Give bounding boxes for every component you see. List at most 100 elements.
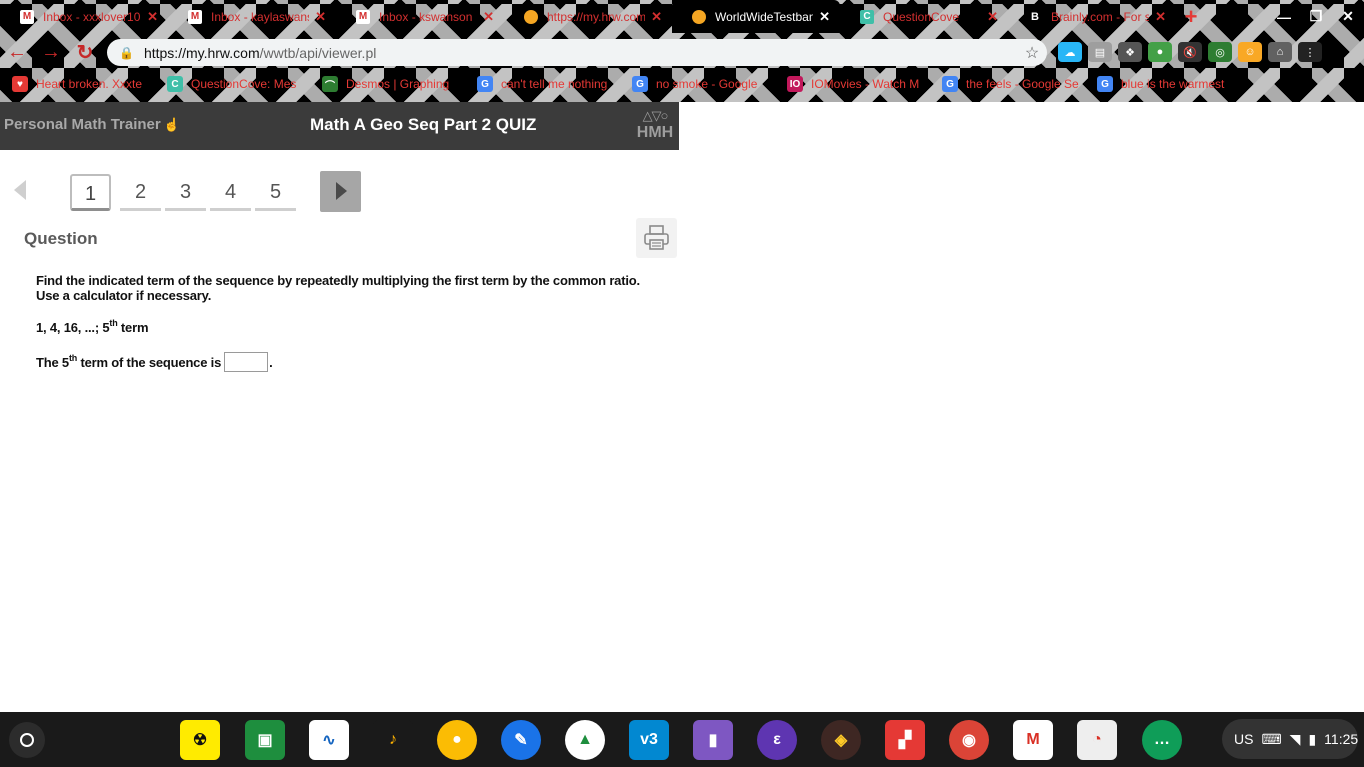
- google-drive-icon[interactable]: ▲: [565, 720, 605, 760]
- close-window-icon[interactable]: ✕: [1332, 8, 1364, 25]
- sequence-line: 1, 4, 16, ...; 5th term: [36, 318, 656, 336]
- chrome-canary-icon[interactable]: ◔: [1077, 720, 1117, 760]
- reload-icon[interactable]: ↻: [68, 40, 102, 65]
- extension-icon[interactable]: ●: [1148, 42, 1172, 62]
- bookmark-star-icon[interactable]: ☆: [1017, 43, 1047, 63]
- pen-app-icon[interactable]: ✎: [501, 720, 541, 760]
- bookmark-label: Heart broken. Xxxte: [36, 77, 143, 91]
- page-button-5[interactable]: 5: [255, 174, 296, 211]
- sequence-superscript: th: [109, 318, 118, 328]
- input-method-icon: ⌨: [1261, 730, 1282, 747]
- squares-app-icon[interactable]: ▞: [885, 720, 925, 760]
- bookmark-label: Desmos | Graphing: [346, 77, 450, 91]
- bookmark-item[interactable]: Gno smoke - Google: [632, 76, 787, 92]
- page-button-4[interactable]: 4: [210, 174, 251, 211]
- question-body: Find the indicated term of the sequence …: [36, 273, 656, 372]
- browser-tab[interactable]: B Brainly.com - For s ✕: [1008, 0, 1176, 33]
- tab-strip: M Inbox - xxxlover10 ✕ M Inbox - kaylaswans ✕…: [0, 0, 1364, 33]
- address-bar[interactable]: 🔒 https://my.hrw.com/wwtb/api/viewer.pl …: [107, 39, 1047, 66]
- os-shelf: US ⌨ ◥ ▮ 11:25 ☢ ▣ ∿ ♪ ● ✎ ▲ v3 ▮ ε ◈ ▞ ◉ M ◔ …: [0, 712, 1364, 767]
- bookmark-favicon-icon: ⌒: [322, 76, 338, 92]
- tab-close-icon[interactable]: ✕: [315, 9, 326, 25]
- app-header: Personal Math Trainer ☝ Math A Geo Seq Pa…: [0, 102, 679, 150]
- bookmark-favicon-icon: G: [942, 76, 958, 92]
- bookmark-favicon-icon: IO: [787, 76, 803, 92]
- forward-icon[interactable]: →: [34, 41, 68, 64]
- hangouts-icon[interactable]: …: [1142, 720, 1182, 760]
- menu-icon[interactable]: ⋮: [1298, 42, 1322, 62]
- extension-icon[interactable]: ▤: [1088, 42, 1112, 62]
- print-button[interactable]: [636, 218, 677, 258]
- question-heading: Question: [24, 229, 98, 248]
- tab-title: Inbox - xxxlover10: [43, 9, 141, 24]
- battery-icon: ▮: [1308, 730, 1317, 747]
- back-icon[interactable]: ←: [0, 41, 34, 64]
- restore-icon[interactable]: ❐: [1300, 8, 1332, 25]
- gmail-icon[interactable]: M: [1013, 720, 1053, 760]
- next-question-button[interactable]: [320, 171, 361, 212]
- tab-title: Inbox - kaylaswans: [211, 9, 310, 24]
- launcher-button[interactable]: [9, 722, 45, 758]
- bookmark-label: no smoke - Google: [656, 77, 758, 91]
- bookmark-item[interactable]: C QuestionCove: Mes: [167, 76, 322, 92]
- graphing-app-icon[interactable]: ∿: [309, 720, 349, 760]
- browser-tab[interactable]: M Inbox - kaylaswans ✕: [168, 0, 336, 33]
- previous-question-icon[interactable]: [14, 180, 26, 200]
- music-app-icon[interactable]: ♪: [373, 720, 413, 760]
- tab-title: WorldWideTestbank: [715, 9, 814, 24]
- mute-extension-icon[interactable]: 🔇: [1178, 42, 1202, 62]
- browser-tab[interactable]: M Inbox - xxxlover10 ✕: [0, 0, 168, 33]
- hand-icon: ☝: [163, 117, 180, 132]
- tab-close-icon[interactable]: ✕: [483, 9, 494, 25]
- bookmark-item[interactable]: Gthe feels - Google Se: [942, 76, 1097, 92]
- nav-buttons: ← → ↻: [0, 38, 105, 66]
- page-button-1[interactable]: 1: [70, 174, 111, 211]
- book-app-icon[interactable]: ▮: [693, 720, 733, 760]
- browser-tab[interactable]: M Inbox - kswanson ✕: [336, 0, 504, 33]
- cloud-extension-icon[interactable]: ☁: [1058, 42, 1082, 62]
- url-text[interactable]: https://my.hrw.com/wwtb/api/viewer.pl: [144, 45, 1017, 61]
- radiation-app-icon[interactable]: ☢: [180, 720, 220, 760]
- google-classroom-icon[interactable]: ▣: [245, 720, 285, 760]
- chrome-icon[interactable]: ◉: [949, 720, 989, 760]
- bookmark-item[interactable]: ♥ Heart broken. Xxxte: [12, 76, 167, 92]
- bookmark-label: can't tell me nothing: [501, 77, 608, 91]
- printer-icon: [644, 225, 669, 250]
- extension-icon[interactable]: ☺: [1238, 42, 1262, 62]
- tab-close-icon[interactable]: ✕: [651, 9, 662, 25]
- tab-close-icon[interactable]: ✕: [147, 9, 158, 25]
- browser-tab[interactable]: WorldWideTestbank ✕: [672, 0, 840, 33]
- bookmark-label: the feels - Google Se: [966, 77, 1079, 91]
- keep-app-icon[interactable]: ●: [437, 720, 477, 760]
- tab-close-icon[interactable]: ✕: [987, 9, 998, 25]
- status-tray[interactable]: US ⌨ ◥ ▮ 11:25: [1222, 719, 1358, 759]
- bookmark-item[interactable]: Gblue is the warmest: [1097, 76, 1252, 92]
- browser-tab[interactable]: C QuestionCove ✕: [840, 0, 1008, 33]
- answer-input[interactable]: [224, 352, 269, 372]
- browser-tab[interactable]: https://my.hrw.com ✕: [504, 0, 672, 33]
- bookmark-item[interactable]: ⌒ Desmos | Graphing: [322, 76, 477, 92]
- extension-icon[interactable]: ❖: [1118, 42, 1142, 62]
- new-tab-button[interactable]: +: [1176, 0, 1206, 33]
- epsilon-app-icon[interactable]: ε: [757, 720, 797, 760]
- bookmark-favicon-icon: G: [632, 76, 648, 92]
- question-prompt-line1: Find the indicated term of the sequence …: [36, 273, 640, 288]
- extension-icon[interactable]: ⌂: [1268, 42, 1292, 62]
- tab-close-icon[interactable]: ✕: [1155, 9, 1166, 25]
- v3-app-icon[interactable]: v3: [629, 720, 669, 760]
- bookmark-item[interactable]: IO IOMovies - Watch M: [787, 76, 942, 92]
- bookmark-item[interactable]: Gcan't tell me nothing: [477, 76, 632, 92]
- minimize-icon[interactable]: —: [1268, 9, 1300, 25]
- answer-superscript: th: [68, 352, 78, 363]
- lock-icon[interactable]: 🔒: [119, 46, 134, 60]
- answer-before: The 5: [36, 354, 69, 370]
- tab-close-icon[interactable]: ✕: [819, 9, 830, 25]
- chip-app-icon[interactable]: ◈: [821, 720, 861, 760]
- bookmark-favicon-icon: G: [477, 76, 493, 92]
- page-button-2[interactable]: 2: [120, 174, 161, 211]
- bookmark-label: blue is the warmest: [1121, 77, 1225, 91]
- window-controls: — ❐ ✕: [1268, 0, 1364, 33]
- extension-icon[interactable]: ◎: [1208, 42, 1232, 62]
- page-button-3[interactable]: 3: [165, 174, 206, 211]
- hmh-logo-shapes: △▽○: [642, 108, 669, 123]
